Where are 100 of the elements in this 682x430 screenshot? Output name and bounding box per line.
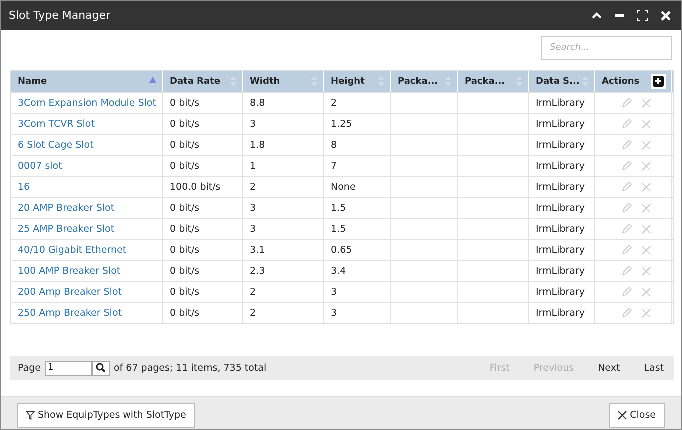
delete-icon[interactable]: [642, 266, 651, 276]
delete-icon[interactable]: [642, 140, 651, 150]
table-cell: 0 bit/s: [170, 286, 200, 298]
slot-name-link[interactable]: 20 AMP Breaker Slot: [18, 202, 115, 214]
close-icon: [618, 410, 628, 420]
slot-name-link[interactable]: 200 Amp Breaker Slot: [18, 286, 122, 298]
table-cell: 2.3: [250, 266, 266, 276]
table-cell: 0 bit/s: [170, 224, 200, 234]
column-header[interactable]: Data S...: [529, 71, 595, 92]
table-cell: IrmLibrary: [536, 244, 586, 256]
edit-icon[interactable]: [622, 308, 632, 318]
delete-icon[interactable]: [642, 120, 651, 128]
table-cell: IrmLibrary: [536, 286, 586, 298]
edit-icon[interactable]: [622, 98, 632, 108]
edit-icon[interactable]: [622, 182, 632, 192]
slot-name-link[interactable]: 3Com TCVR Slot: [18, 118, 95, 130]
table-cell: 0.65: [331, 244, 352, 256]
edit-icon[interactable]: [622, 161, 632, 171]
maximize-icon[interactable]: [637, 10, 648, 21]
edit-icon[interactable]: [622, 287, 632, 297]
table-cell: IrmLibrary: [536, 98, 586, 108]
column-header[interactable]: Name: [11, 71, 163, 92]
table-cell: 3: [331, 286, 338, 298]
table-cell: 1.5: [331, 202, 346, 214]
table-cell: None: [331, 182, 356, 192]
collapse-icon[interactable]: [592, 12, 602, 20]
column-header[interactable]: Packa...: [458, 71, 529, 92]
search-field[interactable]: Search...: [541, 36, 672, 60]
table-cell: 0 bit/s: [170, 308, 200, 318]
delete-icon[interactable]: [642, 182, 651, 192]
delete-icon[interactable]: [642, 308, 651, 318]
table-cell: 100.0 bit/s: [170, 182, 221, 192]
slot-name-link[interactable]: 3Com Expansion Module Slot: [18, 98, 156, 108]
search-icon: [96, 363, 106, 373]
table-cell: 0 bit/s: [170, 98, 200, 108]
table-cell: 0 bit/s: [170, 118, 200, 130]
table-cell: 3: [250, 224, 256, 234]
slot-name-link[interactable]: 0007 slot: [18, 160, 62, 172]
slot-name-link[interactable]: 250 Amp Breaker Slot: [18, 308, 122, 318]
slot-name-link[interactable]: 100 AMP Breaker Slot: [18, 266, 121, 276]
column-header[interactable]: Actions: [595, 71, 672, 92]
table-cell: 1.25: [331, 118, 352, 130]
table-cell: 8: [331, 140, 338, 150]
table-cell: 0 bit/s: [170, 202, 200, 214]
column-header[interactable]: Height: [324, 71, 391, 92]
table-cell: 0 bit/s: [170, 140, 200, 150]
table-cell: 2: [250, 286, 256, 298]
column-header[interactable]: Packa...: [391, 71, 458, 92]
table-cell: 3.1: [250, 244, 266, 256]
table-cell: 8.8: [250, 98, 266, 108]
slot-name-link[interactable]: 40/10 Gigabit Ethernet: [18, 244, 127, 256]
delete-icon[interactable]: [642, 204, 651, 212]
table-cell: IrmLibrary: [536, 224, 586, 234]
column-header[interactable]: Data Rate: [163, 71, 243, 92]
table-cell: IrmLibrary: [536, 140, 586, 150]
table-cell: 3: [250, 118, 256, 130]
minimize-icon[interactable]: [615, 14, 624, 18]
edit-icon[interactable]: [622, 140, 632, 150]
column-header[interactable]: Width: [243, 71, 324, 92]
delete-icon[interactable]: [642, 246, 651, 254]
table-cell: 0 bit/s: [170, 266, 200, 276]
close-icon[interactable]: [661, 10, 671, 20]
slot-name-link[interactable]: 25 AMP Breaker Slot: [18, 224, 115, 234]
edit-icon[interactable]: [622, 119, 632, 129]
table-cell: 3: [250, 202, 256, 214]
table-cell: 7: [331, 160, 338, 172]
delete-icon[interactable]: [642, 224, 651, 234]
go-button[interactable]: [92, 360, 110, 376]
window-title: Slot Type Manager: [9, 9, 111, 22]
edit-icon[interactable]: [622, 245, 632, 255]
table-cell: IrmLibrary: [536, 160, 586, 172]
pager-link[interactable]: Last: [644, 362, 664, 374]
delete-icon[interactable]: [642, 162, 651, 170]
table-cell: 2: [250, 308, 256, 318]
close-button[interactable]: Close: [609, 402, 665, 428]
table-cell: 1.5: [331, 224, 346, 234]
table-cell: 2: [250, 182, 256, 192]
table-cell: 0 bit/s: [170, 244, 200, 256]
page-field[interactable]: 1: [45, 360, 92, 376]
edit-icon[interactable]: [622, 203, 632, 213]
filter-button[interactable]: Show EquipTypes with SlotType: [17, 402, 196, 428]
table-cell: 2: [331, 98, 338, 108]
delete-icon[interactable]: [642, 98, 651, 108]
table-cell: IrmLibrary: [536, 308, 586, 318]
edit-icon[interactable]: [622, 266, 632, 276]
table-cell: IrmLibrary: [536, 118, 586, 130]
page-summary: of 67 pages; 11 items, 735 total: [114, 362, 267, 374]
table-cell: 3: [331, 308, 338, 318]
slot-name-link[interactable]: 6 Slot Cage Slot: [18, 140, 94, 150]
slot-name-link[interactable]: 16: [18, 182, 30, 192]
table-cell: IrmLibrary: [536, 182, 586, 192]
filter-icon: [26, 410, 35, 420]
delete-icon[interactable]: [642, 288, 651, 296]
page-label: Page: [18, 362, 41, 374]
table-cell: 3.4: [331, 266, 346, 276]
table-cell: 1: [250, 160, 256, 172]
pager-link[interactable]: Next: [598, 362, 620, 374]
add-icon[interactable]: [651, 74, 666, 89]
edit-icon[interactable]: [622, 224, 632, 234]
table-cell: IrmLibrary: [536, 202, 586, 214]
